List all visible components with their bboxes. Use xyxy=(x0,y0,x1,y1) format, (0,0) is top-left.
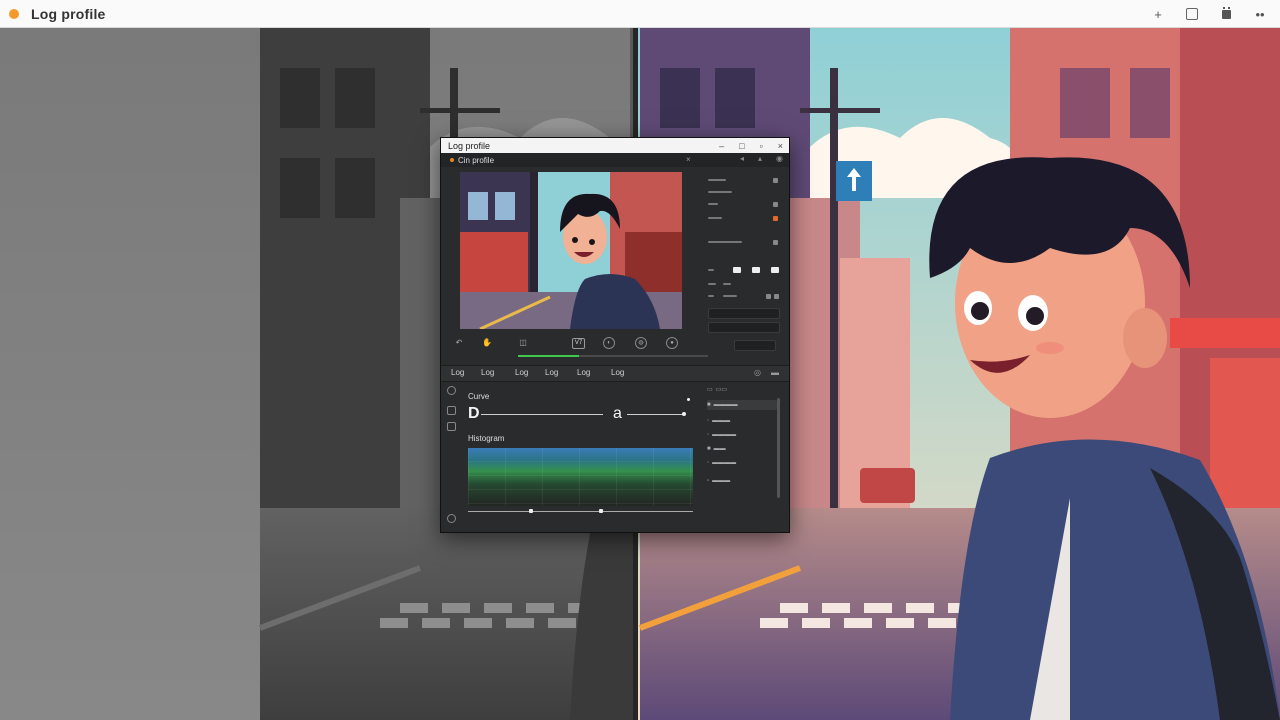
curve-letter-left: D xyxy=(468,405,480,422)
playback-controls: ↶ ✋ ◫ V7 ◐ ◍ ● xyxy=(441,333,703,355)
curve-line-right xyxy=(627,414,683,415)
toolbar-close-icon[interactable]: × xyxy=(686,155,691,164)
curve-line-left xyxy=(481,414,603,415)
rail-tool-icon[interactable] xyxy=(447,386,456,395)
tab-2[interactable]: Log xyxy=(481,368,494,377)
hand-icon[interactable]: ✋ xyxy=(481,337,493,349)
restore-icon[interactable]: ▫ xyxy=(760,141,763,151)
list-item[interactable]: ■ ▬▬ xyxy=(707,444,726,454)
color-gradient-histogram[interactable] xyxy=(468,448,693,506)
list-item[interactable]: ▫ ▬▬▬ xyxy=(707,476,730,486)
record-button-icon[interactable]: ● xyxy=(666,337,678,349)
tab-6[interactable]: Log xyxy=(611,368,624,377)
log-profile-window: Log profile – □ ▫ × Cin profile × ◂ ▴ ◉ xyxy=(440,137,790,533)
tab-1[interactable]: Log xyxy=(451,368,464,377)
aspect-icon[interactable]: V7 xyxy=(572,338,585,349)
panel-row[interactable] xyxy=(708,188,732,196)
window-toolbar: Cin profile × ◂ ▴ ◉ xyxy=(441,153,789,167)
tabs-row: Log Log Log Log Log Log ◎ ▬ xyxy=(441,365,789,382)
undo-icon[interactable]: ↶ xyxy=(453,337,465,349)
plus-icon[interactable]: + xyxy=(1148,4,1168,24)
tabs-actions: ◎ ▬ xyxy=(754,368,779,377)
window-title: Log profile xyxy=(448,140,491,151)
titlebar-actions: + •• xyxy=(1148,0,1270,28)
more-icon[interactable]: •• xyxy=(1250,4,1270,24)
preview-scene xyxy=(460,172,682,329)
curve-handle[interactable] xyxy=(687,398,690,401)
progress-fill xyxy=(518,355,579,357)
list-item[interactable]: ◦ ▬▬▬▬ xyxy=(707,430,736,440)
panel-row[interactable] xyxy=(708,280,731,288)
rail-tool-icon[interactable] xyxy=(447,422,456,431)
mask-icon[interactable]: ◍ xyxy=(635,337,647,349)
slider-knob[interactable] xyxy=(529,509,533,513)
panel-select[interactable] xyxy=(708,322,780,333)
close-icon[interactable]: × xyxy=(778,141,783,151)
panel-row[interactable] xyxy=(708,214,778,222)
toolbar-label: Cin profile xyxy=(458,155,495,165)
list-item[interactable]: ◦ ▬▬▬ xyxy=(707,416,730,426)
panel-row[interactable] xyxy=(708,292,779,300)
list-item[interactable]: ◦ ▬▬▬▬ xyxy=(707,458,736,468)
panel-row[interactable] xyxy=(708,200,778,208)
panel-row[interactable] xyxy=(708,176,778,184)
toolbar-icons: ◂ ▴ ◉ xyxy=(740,154,783,163)
curve-label: Curve xyxy=(468,392,490,401)
histogram-label: Histogram xyxy=(468,434,505,443)
panel-row[interactable] xyxy=(708,238,778,246)
panel-select[interactable] xyxy=(708,308,780,319)
minimize-icon[interactable]: – xyxy=(719,141,724,151)
compare-icon[interactable]: ◫ xyxy=(517,337,529,349)
tab-5[interactable]: Log xyxy=(577,368,590,377)
curve-handle[interactable] xyxy=(682,412,686,416)
window-title-bar[interactable]: Log profile – □ ▫ × xyxy=(441,138,789,153)
range-slider[interactable] xyxy=(468,511,693,512)
app-title-bar: Log profile + •• xyxy=(0,0,1280,28)
refresh-icon[interactable]: ◎ xyxy=(754,368,761,377)
preview-image xyxy=(460,172,682,329)
send-icon[interactable]: ◂ xyxy=(740,154,744,163)
app-title: Log profile xyxy=(31,5,106,22)
progress-bar[interactable] xyxy=(518,355,708,357)
tab-3[interactable]: Log xyxy=(515,368,528,377)
left-tool-rail xyxy=(447,386,457,526)
square-icon[interactable] xyxy=(1182,4,1202,24)
bell-icon[interactable]: ▴ xyxy=(758,154,762,163)
layers-list-panel: ▭ ▭▭ ■ ▬▬▬▬ ◦ ▬▬▬ ◦ ▬▬▬▬ ■ ▬▬ ◦ ▬▬▬▬ ▫ ▬▬▬ xyxy=(705,382,785,528)
curve-letter-right: a xyxy=(613,405,622,422)
app-logo-icon xyxy=(9,8,19,19)
list-item[interactable]: ▭ ▭▭ xyxy=(707,384,727,394)
calendar-icon[interactable] xyxy=(1216,4,1236,24)
record-icon xyxy=(450,158,454,162)
slider-knob[interactable] xyxy=(599,509,603,513)
list-item[interactable]: ■ ▬▬▬▬ xyxy=(707,400,777,410)
circle-icon[interactable]: ◐ xyxy=(603,337,615,349)
maximize-icon[interactable]: □ xyxy=(739,141,744,151)
panel-row[interactable] xyxy=(708,266,779,274)
settings-side-panel xyxy=(704,168,784,354)
list-scrollbar[interactable] xyxy=(777,398,780,498)
rail-tool-icon[interactable] xyxy=(447,406,456,415)
rail-tool-icon[interactable] xyxy=(447,514,456,523)
settings-icon[interactable]: ◉ xyxy=(776,154,783,163)
tab-4[interactable]: Log xyxy=(545,368,558,377)
folder-icon[interactable]: ▬ xyxy=(771,368,779,377)
panel-select[interactable] xyxy=(734,340,776,351)
window-controls: – □ ▫ × xyxy=(719,138,783,153)
